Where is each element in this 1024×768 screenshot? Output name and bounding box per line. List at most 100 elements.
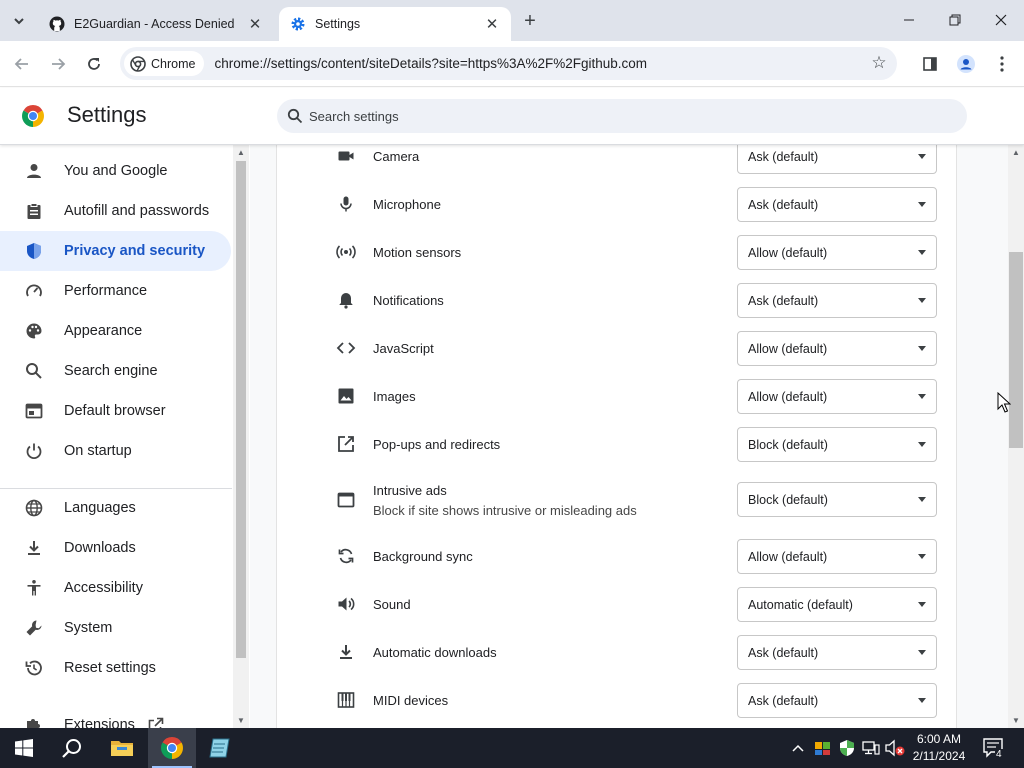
tab-search-button[interactable] (6, 8, 32, 34)
avatar-icon (957, 55, 975, 73)
profile-button[interactable] (952, 50, 980, 78)
permission-row-sound: Sound Automatic (default) (277, 581, 956, 629)
sidebar-scroll-thumb[interactable] (236, 161, 246, 658)
show-hidden-icons-button[interactable] (788, 728, 808, 768)
background-sync-select[interactable]: Allow (default) (737, 539, 937, 574)
side-panel-button[interactable] (916, 50, 944, 78)
puzzle-icon (24, 715, 44, 728)
sidebar-item-label: Languages (64, 500, 136, 516)
images-select[interactable]: Allow (default) (737, 379, 937, 414)
tray-security-icon[interactable] (836, 728, 858, 768)
close-tab-icon[interactable]: ✕ (246, 15, 264, 33)
microphone-select[interactable]: Ask (default) (737, 187, 937, 222)
sidebar-item-system[interactable]: System (0, 608, 231, 648)
chrome-menu-button[interactable] (988, 50, 1016, 78)
taskbar-clock[interactable]: 6:00 AM 2/11/2024 (906, 731, 972, 765)
select-value: Allow (default) (748, 389, 828, 404)
automatic-downloads-select[interactable]: Ask (default) (737, 635, 937, 670)
notification-count: 4 (995, 749, 1003, 760)
site-info-chip[interactable]: Chrome (124, 51, 205, 76)
chrome-icon (161, 737, 183, 759)
taskbar-search-button[interactable] (48, 728, 96, 768)
permission-label: Camera (373, 149, 420, 164)
notifications-select[interactable]: Ask (default) (737, 283, 937, 318)
select-value: Ask (default) (748, 645, 819, 660)
taskbar-file-explorer[interactable] (98, 728, 146, 768)
settings-header: Settings Search settings (0, 88, 1024, 145)
sidebar-item-autofill[interactable]: Autofill and passwords (0, 191, 231, 231)
action-center-button[interactable]: 4 (980, 728, 1008, 768)
scroll-up-arrow-icon[interactable]: ▲ (236, 148, 246, 157)
tab-e2guardian[interactable]: E2Guardian - Access Denied ✕ (38, 7, 274, 41)
code-icon (335, 337, 357, 359)
dropdown-caret-icon (918, 298, 926, 303)
reload-button[interactable] (80, 50, 108, 78)
permission-label: Images (373, 389, 416, 404)
intrusive-ads-select[interactable]: Block (default) (737, 482, 937, 517)
bookmark-star-icon[interactable]: ☆ (867, 51, 891, 75)
motion-sensor-icon (335, 241, 357, 263)
tray-volume-icon[interactable] (884, 728, 906, 768)
search-settings-input[interactable]: Search settings (277, 99, 967, 133)
sidebar-item-label: Downloads (64, 540, 136, 556)
permission-label: Pop-ups and redirects (373, 437, 501, 452)
taskbar-chrome[interactable] (148, 728, 196, 768)
select-value: Automatic (default) (748, 597, 853, 612)
popups-select[interactable]: Block (default) (737, 427, 937, 462)
scroll-down-arrow-icon[interactable]: ▼ (1011, 716, 1021, 725)
sidebar-item-you-and-google[interactable]: You and Google (0, 151, 231, 191)
sidebar-item-extensions[interactable]: Extensions (0, 705, 231, 728)
search-icon (62, 739, 81, 758)
sidebar-item-performance[interactable]: Performance (0, 271, 231, 311)
reset-icon (24, 658, 44, 678)
start-button[interactable] (0, 728, 48, 768)
new-tab-button[interactable]: + (518, 9, 542, 33)
permission-label: Notifications (373, 293, 444, 308)
tray-app-icon[interactable] (812, 728, 834, 768)
restore-button[interactable] (932, 0, 978, 40)
permission-row-popups: Pop-ups and redirects Block (default) (277, 421, 956, 469)
permission-row-motion-sensors: Motion sensors Allow (default) (277, 229, 956, 277)
arrow-left-icon (14, 58, 28, 70)
javascript-select[interactable]: Allow (default) (737, 331, 937, 366)
sidebar-item-reset-settings[interactable]: Reset settings (0, 648, 231, 688)
minimize-button[interactable] (886, 0, 932, 40)
close-window-button[interactable] (978, 0, 1024, 40)
select-value: Allow (default) (748, 549, 828, 564)
address-bar[interactable]: Chrome chrome://settings/content/siteDet… (120, 47, 897, 80)
download-icon (335, 641, 357, 663)
shield-icon (24, 241, 44, 261)
sidebar-item-appearance[interactable]: Appearance (0, 311, 231, 351)
select-value: Block (default) (748, 437, 828, 452)
tray-colorful-icon (815, 742, 830, 755)
scroll-up-arrow-icon[interactable]: ▲ (1011, 148, 1021, 157)
sidebar-item-default-browser[interactable]: Default browser (0, 391, 231, 431)
main-scroll-thumb[interactable] (1009, 252, 1023, 448)
main-scrollbar[interactable]: ▲ ▼ (1008, 145, 1024, 728)
sidebar-item-privacy[interactable]: Privacy and security (0, 231, 231, 271)
sidebar-item-search-engine[interactable]: Search engine (0, 351, 231, 391)
sidebar-item-downloads[interactable]: Downloads (0, 528, 231, 568)
forward-button[interactable] (44, 50, 72, 78)
sound-select[interactable]: Automatic (default) (737, 587, 937, 622)
back-button[interactable] (8, 50, 36, 78)
permission-row-intrusive-ads: Intrusive ads Block if site shows intrus… (277, 475, 956, 535)
midi-devices-select[interactable]: Ask (default) (737, 683, 937, 718)
tray-network-icon[interactable] (860, 728, 882, 768)
scroll-down-arrow-icon[interactable]: ▼ (236, 716, 246, 725)
taskbar-app[interactable] (196, 728, 244, 768)
tab-settings[interactable]: Settings ✕ (279, 7, 511, 41)
sidebar-item-languages[interactable]: Languages (0, 488, 231, 528)
clipboard-icon (24, 201, 44, 221)
clock-time: 6:00 AM (916, 732, 962, 746)
tab-title: Settings (315, 17, 361, 31)
sidebar-item-label: Appearance (64, 323, 143, 339)
close-tab-icon[interactable]: ✕ (483, 15, 501, 33)
sidebar-item-accessibility[interactable]: Accessibility (0, 568, 231, 608)
sidebar-scrollbar[interactable]: ▲ ▼ (233, 145, 249, 728)
permission-row-microphone: Microphone Ask (default) (277, 181, 956, 229)
permission-label: Microphone (373, 197, 441, 212)
sidebar-item-on-startup[interactable]: On startup (0, 431, 231, 471)
camera-select[interactable]: Ask (default) (737, 145, 937, 174)
motion-sensors-select[interactable]: Allow (default) (737, 235, 937, 270)
